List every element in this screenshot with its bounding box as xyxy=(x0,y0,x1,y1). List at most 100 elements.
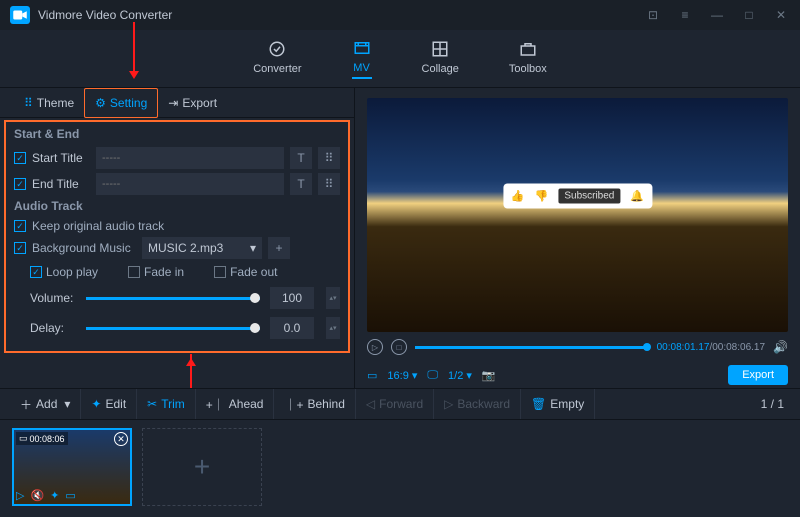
tool-trim[interactable]: ✂Trim xyxy=(137,389,196,419)
app-logo xyxy=(10,6,30,24)
tool-behind[interactable]: ｜+Behind xyxy=(274,389,355,419)
end-title-grid-icon[interactable]: ⠿ xyxy=(318,173,340,195)
tool-add[interactable]: ＋Add▾ xyxy=(10,389,81,419)
music-select[interactable]: MUSIC 2.mp3▾ xyxy=(142,237,262,259)
minimize-icon[interactable]: — xyxy=(708,8,726,22)
ahead-icon: +｜ xyxy=(206,396,225,413)
clip-duration: ▭ 00:08:06 xyxy=(16,432,68,445)
clip-effects-icon[interactable]: ✦ xyxy=(50,489,59,502)
bg-music-checkbox[interactable]: ✓ xyxy=(14,242,26,254)
pager: 1 / 1 xyxy=(755,389,790,419)
keep-audio-checkbox[interactable]: ✓ xyxy=(14,220,26,232)
loop-checkbox[interactable]: ✓Loop play xyxy=(30,265,98,279)
clip-tray: ▭ 00:08:06 ✕ ▷ 🔇 ✦ ▭ + xyxy=(0,420,800,516)
add-music-button[interactable]: + xyxy=(268,237,290,259)
toolbox-icon xyxy=(518,39,538,59)
thumb-down-icon: 👎 xyxy=(535,190,549,203)
chevron-down-icon: ▾ xyxy=(64,397,70,411)
feedback-icon[interactable]: ⊡ xyxy=(644,8,662,22)
start-title-checkbox[interactable]: ✓ xyxy=(14,152,26,164)
start-title-grid-icon[interactable]: ⠿ xyxy=(318,147,340,169)
volume-spinner[interactable]: ▴▾ xyxy=(326,287,340,309)
fadeout-checkbox[interactable]: Fade out xyxy=(214,265,277,279)
collage-icon xyxy=(430,39,450,59)
volume-value[interactable]: 100 xyxy=(270,287,314,309)
behind-icon: ｜+ xyxy=(284,396,303,413)
app-title: Vidmore Video Converter xyxy=(38,8,172,22)
converter-icon xyxy=(267,39,287,59)
edit-icon: ✦ xyxy=(91,397,101,411)
tool-edit[interactable]: ✦Edit xyxy=(81,389,137,419)
tab-export[interactable]: ⇥Export xyxy=(158,88,227,118)
start-title-text-icon[interactable]: T xyxy=(290,147,312,169)
zoom-select[interactable]: 1/2 ▾ xyxy=(448,369,472,382)
volume-slider[interactable] xyxy=(86,297,260,300)
tab-theme[interactable]: ⠿Theme xyxy=(14,88,84,118)
clip-play-icon[interactable]: ▷ xyxy=(16,489,24,502)
end-title-input[interactable] xyxy=(96,173,284,195)
bg-music-label: Background Music xyxy=(32,241,136,255)
export-icon: ⇥ xyxy=(168,96,178,110)
preview-pane: 👍 👎 Subscribed 🔔 xyxy=(367,98,788,332)
nav-collage[interactable]: Collage xyxy=(422,39,459,78)
add-clip-button[interactable]: + xyxy=(142,428,262,506)
clip-mute-icon[interactable]: 🔇 xyxy=(30,489,44,502)
clip-thumbnail[interactable]: ▭ 00:08:06 ✕ ▷ 🔇 ✦ ▭ xyxy=(12,428,132,506)
start-title-input[interactable] xyxy=(96,147,284,169)
end-title-text-icon[interactable]: T xyxy=(290,173,312,195)
tab-setting[interactable]: ⚙Setting xyxy=(84,88,158,118)
titlebar: Vidmore Video Converter ⊡ ≡ — □ ✕ xyxy=(0,0,800,30)
menu-icon[interactable]: ≡ xyxy=(676,8,694,22)
preview-overlay: 👍 👎 Subscribed 🔔 xyxy=(503,184,652,209)
subnav: ⠿Theme ⚙Setting ⇥Export xyxy=(0,88,354,118)
main-nav: Converter MV Collage Toolbox xyxy=(0,30,800,88)
delay-label: Delay: xyxy=(30,321,76,335)
keep-audio-label: Keep original audio track xyxy=(32,219,164,233)
delay-spinner[interactable]: ▴▾ xyxy=(326,317,340,339)
play-button[interactable]: ▷ xyxy=(367,339,383,355)
backward-icon: ▷ xyxy=(444,397,453,411)
add-icon: ＋ xyxy=(20,396,32,413)
tool-empty[interactable]: 🗑Empty xyxy=(521,389,595,419)
snapshot-icon[interactable]: 📷 xyxy=(482,369,496,382)
export-button[interactable]: Export xyxy=(728,365,788,385)
aspect-select[interactable]: 16:9 ▾ xyxy=(387,369,417,382)
stop-button[interactable]: □ xyxy=(391,339,407,355)
end-title-checkbox[interactable]: ✓ xyxy=(14,178,26,190)
aspect-icon: ▭ xyxy=(367,369,377,382)
tool-forward[interactable]: ◁Forward xyxy=(356,389,434,419)
empty-icon: 🗑 xyxy=(531,397,546,411)
nav-toolbox[interactable]: Toolbox xyxy=(509,39,547,78)
nav-converter[interactable]: Converter xyxy=(253,39,301,78)
maximize-icon[interactable]: □ xyxy=(740,8,758,22)
progress-bar[interactable] xyxy=(415,346,649,349)
thumb-up-icon: 👍 xyxy=(511,190,525,203)
mv-icon xyxy=(352,38,372,58)
end-title-label: End Title xyxy=(32,177,90,191)
volume-icon[interactable]: 🔊 xyxy=(773,340,788,354)
theme-icon: ⠿ xyxy=(24,96,33,110)
nav-mv[interactable]: MV xyxy=(352,38,372,79)
time-display: 00:08:01.17/00:08:06.17 xyxy=(657,342,765,353)
tool-backward[interactable]: ▷Backward xyxy=(434,389,521,419)
tool-ahead[interactable]: +｜Ahead xyxy=(196,389,275,419)
volume-label: Volume: xyxy=(30,291,76,305)
fadein-checkbox[interactable]: Fade in xyxy=(128,265,184,279)
subscribed-badge: Subscribed xyxy=(558,189,620,204)
trim-icon: ✂ xyxy=(147,397,157,411)
section-audio: Audio Track xyxy=(14,199,340,213)
annotation-arrow xyxy=(190,354,192,388)
settings-panel: Start & End ✓ Start Title T ⠿ ✓ End Titl… xyxy=(4,120,350,353)
delay-slider[interactable] xyxy=(86,327,260,330)
clip-subtitle-icon[interactable]: ▭ xyxy=(65,489,75,502)
section-start-end: Start & End xyxy=(14,127,340,141)
start-title-label: Start Title xyxy=(32,151,90,165)
gear-icon: ⚙ xyxy=(95,96,106,110)
delay-value[interactable]: 0.0 xyxy=(270,317,314,339)
toolbar: ＋Add▾ ✦Edit ✂Trim +｜Ahead ｜+Behind ◁Forw… xyxy=(0,388,800,420)
bell-icon: 🔔 xyxy=(630,190,644,203)
clip-remove-button[interactable]: ✕ xyxy=(114,432,128,446)
close-icon[interactable]: ✕ xyxy=(772,8,790,22)
forward-icon: ◁ xyxy=(366,397,375,411)
chevron-down-icon: ▾ xyxy=(250,241,256,255)
